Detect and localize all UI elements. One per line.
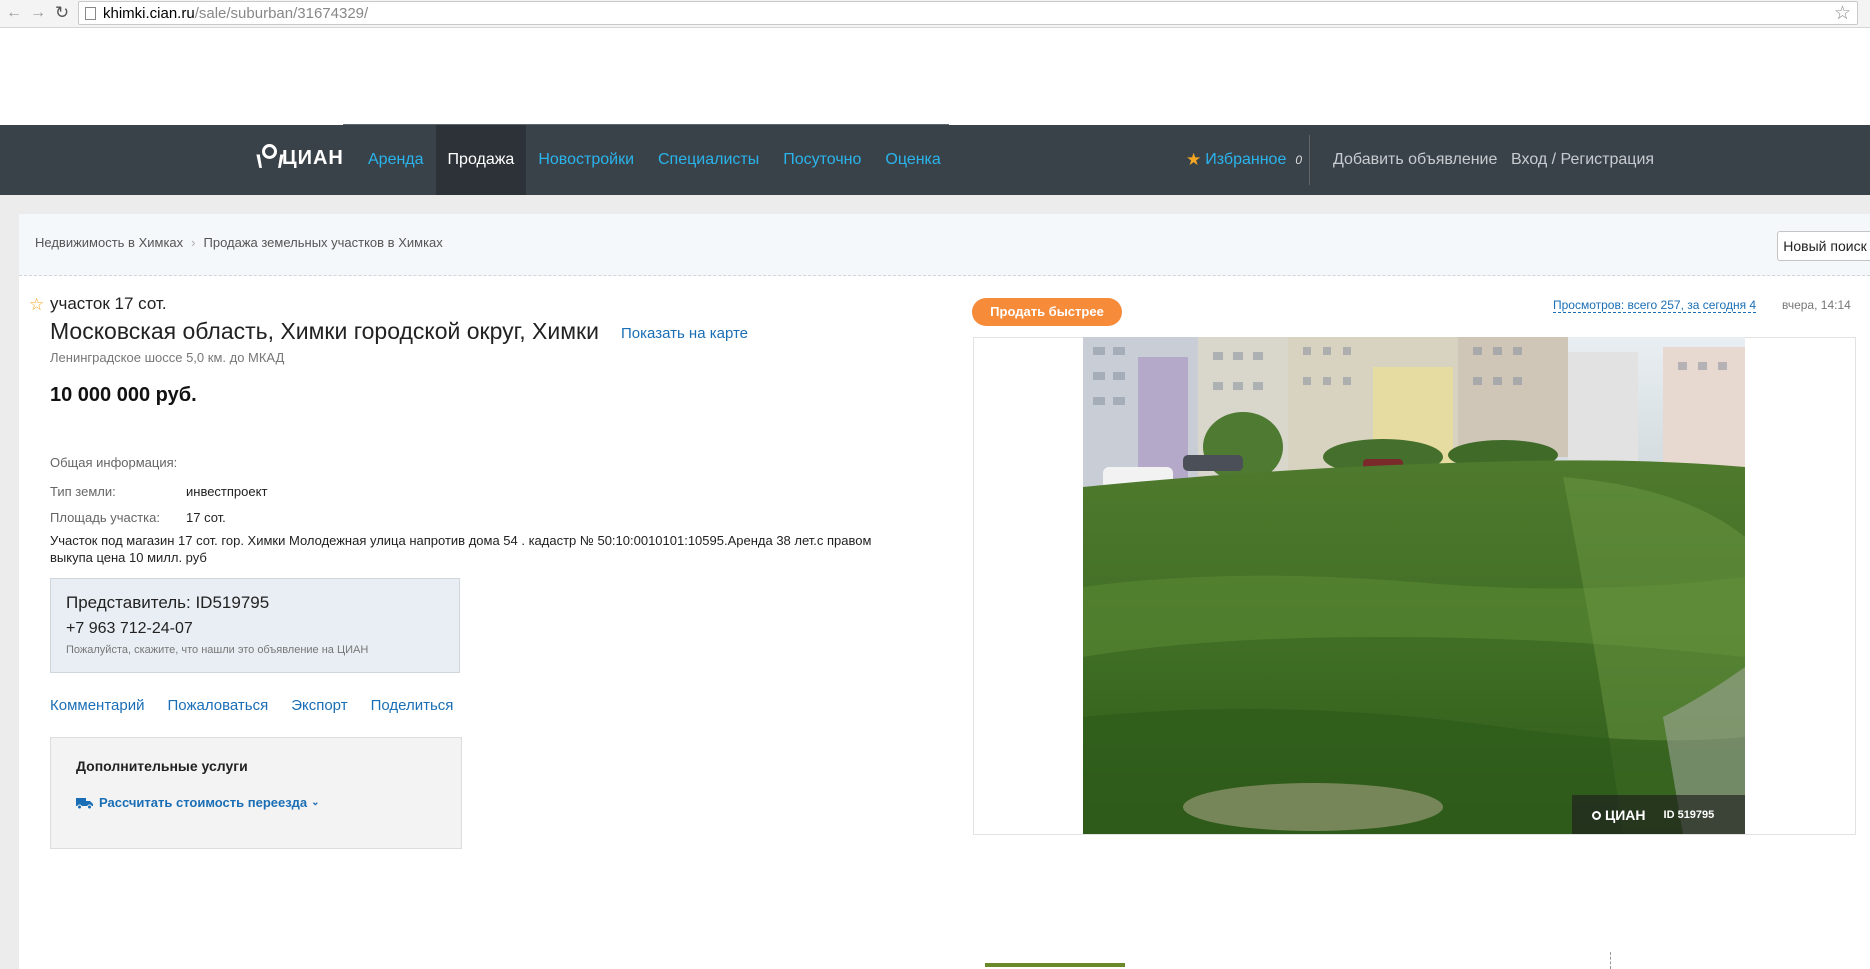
nav-valuation[interactable]: Оценка — [873, 125, 952, 195]
nav-sale[interactable]: Продажа — [435, 125, 527, 195]
services-title: Дополнительные услуги — [76, 758, 248, 774]
watermark-id: ID 519795 — [1663, 808, 1715, 821]
moving-cost-link[interactable]: Рассчитать стоимость переезда ⌄ — [76, 795, 320, 810]
chevron-right-icon: › — [191, 235, 196, 250]
watermark-logo: ЦИАН — [1592, 807, 1646, 823]
star-icon: ★ — [1186, 150, 1202, 169]
listing-address: Московская область, Химки городской окру… — [50, 318, 599, 344]
show-on-map-link[interactable]: Показать на карте — [621, 325, 748, 342]
back-icon[interactable]: ← — [4, 3, 24, 23]
forward-icon[interactable]: → — [28, 3, 48, 23]
add-ad-link[interactable]: Добавить объявление — [1333, 151, 1497, 169]
contact-box: Представитель: ID519795 +7 963 712-24-07… — [50, 578, 460, 673]
complain-link[interactable]: Пожаловаться — [167, 697, 268, 714]
representative-id: Представитель: ID519795 — [66, 593, 270, 612]
breadcrumb-item[interactable]: Недвижимость в Химках — [35, 235, 183, 250]
favorites-count: 0 — [1295, 153, 1303, 167]
chevron-down-icon: ⌄ — [311, 797, 320, 808]
page-icon — [85, 7, 96, 20]
views-counter-link[interactable]: Просмотров: всего 257, за сегодня 4 — [1553, 298, 1757, 313]
moving-cost-label: Рассчитать стоимость переезда — [99, 795, 308, 810]
listing-type: участок 17 сот. — [50, 294, 167, 313]
listing-actions: Комментарий Пожаловаться Экспорт Поделит… — [50, 697, 476, 714]
address-bar[interactable]: khimki.cian.ru/sale/suburban/31674329/ ☆ — [78, 1, 1858, 25]
url-path: /sale/suburban/31674329/ — [194, 5, 369, 22]
nav-daily[interactable]: Посуточно — [771, 125, 873, 195]
add-to-favorites-star-icon[interactable]: ☆ — [29, 295, 44, 315]
nav-new-buildings[interactable]: Новостройки — [526, 125, 646, 195]
published-date: вчера, 14:14 — [1782, 298, 1851, 312]
reload-icon[interactable]: ↻ — [52, 3, 72, 23]
bookmark-star-icon[interactable]: ☆ — [1834, 2, 1851, 25]
land-type-label: Тип земли: — [50, 484, 116, 499]
logo-text: ЦИАН — [282, 146, 344, 169]
listing-photo[interactable] — [1083, 337, 1745, 834]
land-type-value: инвестпроект — [186, 484, 268, 499]
header-divider — [1309, 135, 1310, 185]
cian-logo[interactable]: ЦИАН — [258, 140, 344, 176]
listing-description: Участок под магазин 17 сот. гор. Химки М… — [50, 533, 872, 565]
pin-icon — [1592, 810, 1601, 820]
sell-faster-button[interactable]: Продать быстрее — [972, 298, 1122, 326]
login-link[interactable]: Вход / Регистрация — [1511, 151, 1654, 169]
area-label: Площадь участка: — [50, 510, 160, 525]
info-title: Общая информация: — [50, 455, 178, 470]
nav-specialists[interactable]: Специалисты — [646, 125, 771, 195]
nav-rent[interactable]: Аренда — [356, 125, 436, 195]
additional-services-box: Дополнительные услуги Рассчитать стоимос… — [50, 737, 462, 849]
area-value: 17 сот. — [186, 510, 226, 525]
bottom-divider — [1610, 952, 1611, 969]
highway-distance: Ленинградское шоссе 5,0 км. до МКАД — [50, 350, 285, 365]
breadcrumb: Недвижимость в Химках › Продажа земельны… — [35, 235, 443, 250]
browser-toolbar: ← → ↻ khimki.cian.ru/sale/suburban/31674… — [0, 0, 1870, 28]
breadcrumb-item[interactable]: Продажа земельных участков в Химках — [204, 235, 443, 250]
cian-logo-icon — [258, 144, 277, 172]
land-plot-photo — [1083, 337, 1745, 834]
contact-note: Пожалуйста, скажите, что нашли это объяв… — [66, 644, 369, 656]
price: 10 000 000 руб. — [50, 384, 197, 406]
favorites-link[interactable]: ★ Избранное 0 — [1186, 150, 1302, 170]
share-link[interactable]: Поделиться — [371, 697, 454, 714]
bottom-thumbnail-edge — [985, 963, 1125, 967]
watermark-logo-text: ЦИАН — [1605, 806, 1646, 823]
export-link[interactable]: Экспорт — [291, 697, 347, 714]
comment-link[interactable]: Комментарий — [50, 697, 144, 714]
favorites-label: Избранное — [1205, 151, 1287, 168]
truck-icon — [76, 797, 93, 809]
phone-number[interactable]: +7 963 712-24-07 — [66, 620, 193, 638]
url-host: khimki.cian.ru — [103, 5, 195, 22]
main-nav: Аренда Продажа Новостройки Специалисты П… — [356, 125, 953, 195]
new-search-button[interactable]: Новый поиск — [1777, 231, 1870, 261]
breadcrumb-bar: Недвижимость в Химках › Продажа земельны… — [19, 214, 1870, 276]
url-text: khimki.cian.ru/sale/suburban/31674329/ — [103, 5, 368, 22]
photo-watermark: ЦИАН ID 519795 — [1572, 795, 1745, 834]
